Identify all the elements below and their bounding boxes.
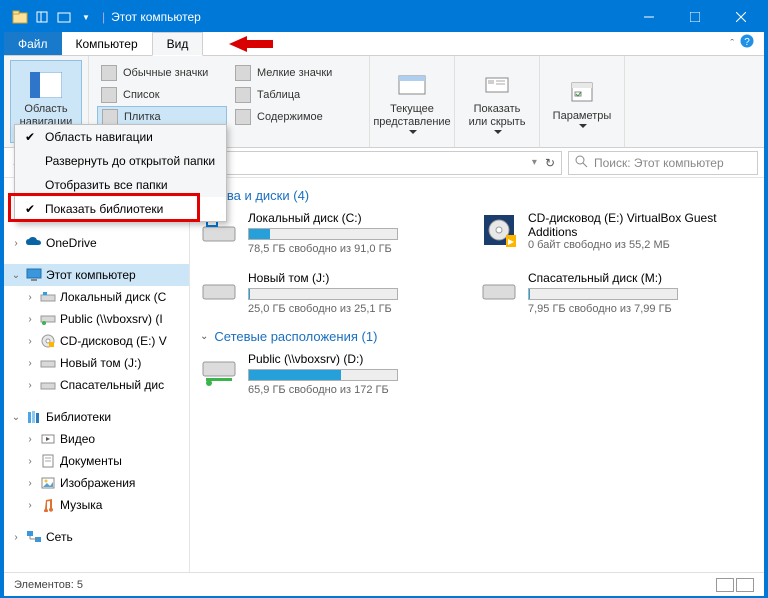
dd-show-libraries[interactable]: ✔Показать библиотеки	[15, 197, 226, 221]
tab-file[interactable]: Файл	[4, 32, 62, 55]
maximize-button[interactable]	[672, 2, 718, 32]
nav-docs[interactable]: ›Документы	[4, 450, 189, 472]
view-content[interactable]: Содержимое	[231, 106, 361, 128]
ribbon-collapse-icon[interactable]: ˆ	[730, 38, 734, 50]
nav-public[interactable]: ›Public (\\vboxsrv) (I	[4, 308, 189, 330]
view-small-icons[interactable]: Мелкие значки	[231, 62, 361, 84]
show-hide-button[interactable]: Показать или скрыть	[461, 60, 533, 143]
content-pane: ⌄ ства и диски (4) Локальный диск (C:) 7…	[190, 178, 764, 572]
view-table[interactable]: Таблица	[231, 84, 361, 106]
nav-rescue[interactable]: ›Спасательный дис	[4, 374, 189, 396]
qat-new-folder-icon[interactable]	[56, 9, 72, 25]
layout-views: Обычные значки Мелкие значки Список Табл…	[95, 60, 363, 130]
nav-newvol[interactable]: ›Новый том (J:)	[4, 352, 189, 374]
qat-dropdown-icon[interactable]: ▼	[78, 9, 94, 25]
drive-usage-bar	[248, 288, 398, 300]
dd-nav-area[interactable]: ✔Область навигации	[15, 125, 226, 149]
view-normal-icons[interactable]: Обычные значки	[97, 62, 227, 84]
network-drive-icon	[200, 352, 238, 390]
nav-network[interactable]: ›Сеть	[4, 526, 189, 548]
nav-libraries[interactable]: ⌄Библиотеки	[4, 406, 189, 428]
dd-show-all[interactable]: Отобразить все папки	[15, 173, 226, 197]
view-large-button[interactable]	[736, 578, 754, 592]
drive-usage-bar	[248, 228, 398, 240]
chevron-down-icon	[494, 130, 502, 134]
svg-text:?: ?	[744, 37, 750, 48]
nav-local-c[interactable]: ›Локальный диск (C	[4, 286, 189, 308]
cd-icon	[480, 211, 518, 249]
separator: |	[102, 10, 105, 24]
options-button[interactable]: Параметры	[546, 60, 618, 143]
qat-properties-icon[interactable]	[34, 9, 50, 25]
drive-cd[interactable]: CD-дисковод (E:) VirtualBox Guest Additi…	[480, 211, 730, 255]
nav-pane-dropdown: ✔Область навигации Развернуть до открыто…	[14, 124, 227, 222]
view-list[interactable]: Список	[97, 84, 227, 106]
status-count: Элементов: 5	[14, 579, 83, 591]
chevron-down-icon	[579, 124, 587, 128]
drive-j[interactable]: Новый том (J:) 25,0 ГБ свободно из 25,1 …	[200, 271, 450, 315]
section-network[interactable]: ⌄ Сетевые расположения (1)	[200, 329, 754, 344]
current-view-icon	[396, 69, 428, 101]
status-bar: Элементов: 5	[4, 572, 764, 596]
explorer-icon	[12, 9, 28, 25]
tab-view[interactable]: Вид	[152, 32, 204, 56]
drive-c[interactable]: Локальный диск (C:) 78,5 ГБ свободно из …	[200, 211, 450, 255]
tab-computer[interactable]: Компьютер	[62, 32, 152, 55]
minimize-button[interactable]	[626, 2, 672, 32]
search-input[interactable]: Поиск: Этот компьютер	[568, 151, 758, 175]
nav-this-pc[interactable]: ⌄Этот компьютер	[4, 264, 189, 286]
nav-images[interactable]: ›Изображения	[4, 472, 189, 494]
help-icon[interactable]: ?	[740, 34, 754, 53]
dd-expand[interactable]: Развернуть до открытой папки	[15, 149, 226, 173]
nav-video[interactable]: ›Видео	[4, 428, 189, 450]
drive-usage-bar	[528, 288, 678, 300]
network-drive-d[interactable]: Public (\\vboxsrv) (D:) 65,9 ГБ свободно…	[200, 352, 450, 396]
view-details-button[interactable]	[716, 578, 734, 592]
nav-onedrive[interactable]: ›OneDrive	[4, 232, 189, 254]
hdd-icon	[200, 271, 238, 309]
search-icon	[575, 155, 588, 171]
titlebar: ▼ | Этот компьютер	[4, 2, 764, 32]
nav-cd[interactable]: ›CD-дисковод (E:) V	[4, 330, 189, 352]
navigation-tree: ›OneDrive ⌄Этот компьютер ›Локальный дис…	[4, 178, 190, 572]
hdd-icon	[480, 271, 518, 309]
drive-m[interactable]: Спасательный диск (M:) 7,95 ГБ свободно …	[480, 271, 730, 315]
nav-music[interactable]: ›Музыка	[4, 494, 189, 516]
explorer-window: ▼ | Этот компьютер Файл Компьютер Вид ˆ …	[4, 2, 764, 596]
ribbon-tabs: Файл Компьютер Вид ˆ ?	[4, 32, 764, 56]
red-arrow-annotation	[229, 34, 273, 54]
navigation-pane-icon	[30, 69, 62, 101]
window-title: Этот компьютер	[111, 10, 201, 24]
body: ›OneDrive ⌄Этот компьютер ›Локальный дис…	[4, 178, 764, 572]
section-devices[interactable]: ⌄ ства и диски (4)	[200, 188, 754, 203]
current-view-button[interactable]: Текущее представление	[376, 60, 448, 143]
close-button[interactable]	[718, 2, 764, 32]
chevron-down-icon	[409, 130, 417, 134]
drive-usage-bar	[248, 369, 398, 381]
options-icon	[566, 76, 598, 108]
refresh-icon[interactable]: ↻	[545, 156, 555, 170]
show-hide-icon	[481, 69, 513, 101]
